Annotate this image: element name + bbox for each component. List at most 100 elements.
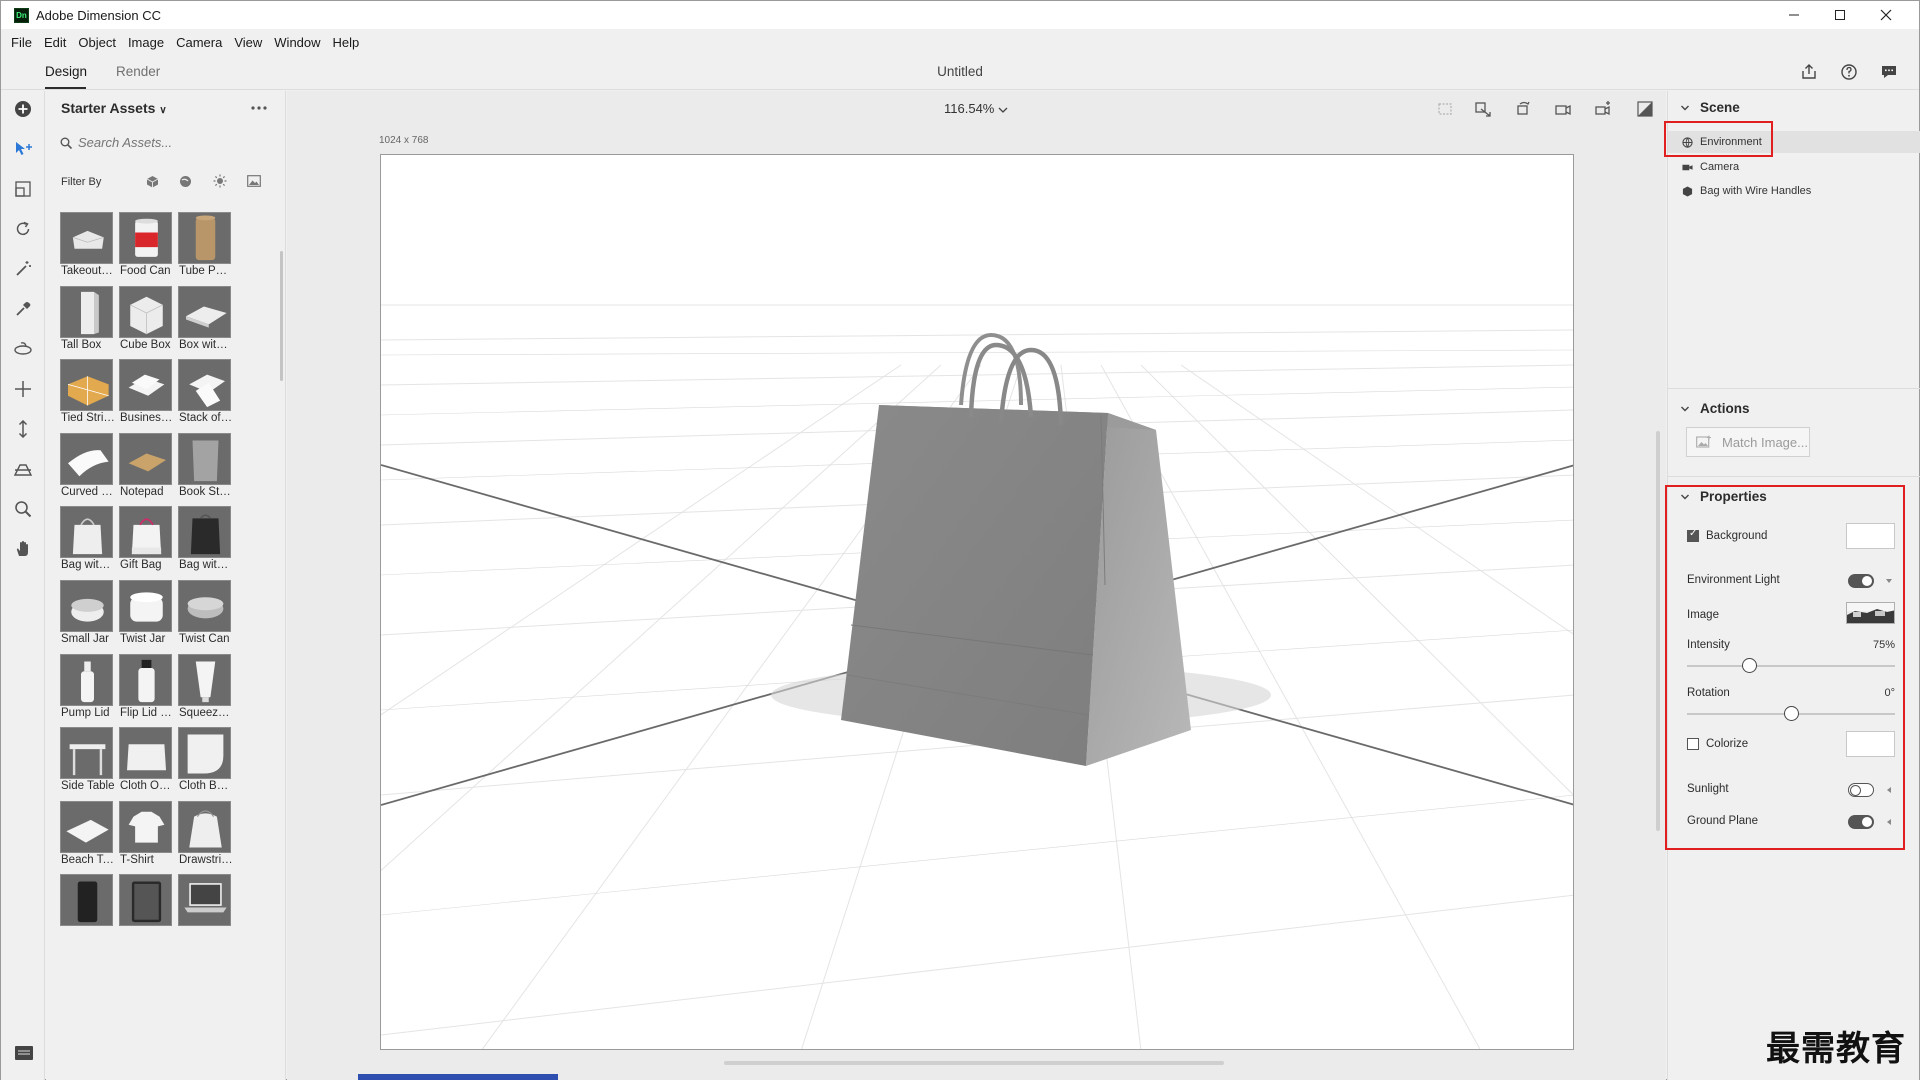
- twist-can-thumbnail: [178, 580, 231, 632]
- canvas[interactable]: [380, 154, 1574, 1050]
- rotate-camera-icon[interactable]: [1513, 99, 1533, 119]
- tab-render[interactable]: Render: [116, 54, 160, 90]
- camera-to-selection-icon[interactable]: [1473, 99, 1493, 119]
- side-table-thumbnail: [60, 727, 113, 780]
- close-icon[interactable]: [1863, 1, 1909, 29]
- notepad-thumbnail: [119, 432, 172, 485]
- active-tab-indicator: [45, 87, 86, 89]
- assets-panel: Starter Assets ∨ Filter By Takeout B... F…: [46, 91, 286, 1080]
- filter-materials-icon[interactable]: [177, 173, 193, 189]
- asset-label: Tall Box: [61, 338, 102, 351]
- asset-label: Curved Pl...: [61, 485, 115, 498]
- tall-box-thumbnail: [60, 285, 113, 338]
- asset-label: Gift Bag: [120, 559, 162, 572]
- maximize-icon[interactable]: [1817, 1, 1863, 29]
- sampler-tool-icon[interactable]: [11, 297, 35, 321]
- asset-label: Bag with ...: [179, 559, 233, 572]
- highlight-properties: [1665, 485, 1905, 850]
- hand-tool-icon[interactable]: [11, 537, 35, 561]
- asset-tile[interactable]: [178, 870, 231, 956]
- scene-section-header[interactable]: Scene: [1680, 100, 1740, 115]
- asset-label: Food Can: [120, 265, 171, 277]
- add-content-icon[interactable]: [11, 97, 35, 121]
- menu-image[interactable]: Image: [128, 35, 164, 50]
- feedback-icon[interactable]: [1879, 62, 1899, 82]
- watermark: 最需教育: [1766, 1029, 1906, 1069]
- asset-label: Book Stan...: [179, 485, 233, 498]
- tab-design[interactable]: Design: [45, 54, 87, 90]
- scene-item-label: Bag with Wire Handles: [1700, 185, 1812, 197]
- squeeze-tube-thumbnail: [178, 653, 231, 706]
- viewport-vertical-scrollbar[interactable]: [1656, 431, 1660, 831]
- panel-toggle-icon[interactable]: [13, 1043, 35, 1063]
- frame-selection-icon[interactable]: [1435, 99, 1455, 119]
- book-standing-thumbnail: [178, 432, 231, 485]
- assets-title[interactable]: Starter Assets ∨: [61, 100, 167, 116]
- asset-label: Twist Jar: [120, 633, 166, 645]
- app-window: Dn Adobe Dimension CC File Edit Object I…: [0, 0, 1920, 1080]
- select-tool-icon[interactable]: [11, 137, 35, 161]
- camera-icon: [1682, 164, 1693, 170]
- scene-item-bag-model[interactable]: Bag with Wire Handles: [1682, 182, 1811, 200]
- zoom-level[interactable]: 116.54%: [944, 101, 994, 116]
- menu-edit[interactable]: Edit: [44, 35, 66, 50]
- dolly-tool-icon[interactable]: [11, 417, 35, 441]
- menu-view[interactable]: View: [234, 35, 262, 50]
- pan-tool-icon[interactable]: [11, 377, 35, 401]
- asset-label: Cloth On ...: [120, 780, 174, 793]
- model-icon: [1682, 185, 1693, 197]
- menu-help[interactable]: Help: [333, 35, 360, 50]
- scene-title: Scene: [1700, 100, 1740, 115]
- asset-label: Tube Pack...: [179, 265, 233, 277]
- window-title: Adobe Dimension CC: [36, 7, 162, 23]
- help-icon[interactable]: [1839, 62, 1859, 82]
- asset-tile[interactable]: [60, 870, 113, 956]
- chevron-down-icon: [1681, 406, 1689, 411]
- menu-window[interactable]: Window: [274, 35, 320, 50]
- search-assets-input[interactable]: [78, 130, 258, 154]
- minimize-icon[interactable]: [1771, 1, 1817, 29]
- scale-tool-icon[interactable]: [11, 177, 35, 201]
- filter-lights-icon[interactable]: [212, 173, 228, 189]
- camera-add-icon[interactable]: [1593, 99, 1613, 119]
- asset-label: Tied Strin...: [61, 412, 115, 425]
- rotate-tool-icon[interactable]: [11, 217, 35, 241]
- asset-label: Flip Lid B...: [120, 706, 174, 719]
- orbit-tool-icon[interactable]: [11, 337, 35, 361]
- actions-section-header[interactable]: Actions: [1680, 401, 1750, 416]
- scene-item-camera[interactable]: Camera: [1682, 158, 1739, 176]
- filter-label: Filter By: [61, 176, 102, 188]
- food-can-thumbnail: [119, 212, 172, 264]
- highlight-environment: [1664, 121, 1773, 157]
- asset-tile[interactable]: [119, 870, 172, 956]
- more-options-icon[interactable]: [249, 101, 269, 115]
- search-icon: [60, 137, 72, 149]
- filter-models-icon[interactable]: [144, 173, 160, 189]
- curved-plane-thumbnail: [60, 432, 113, 485]
- taskbar-accent: [358, 1074, 558, 1080]
- share-icon[interactable]: [1799, 62, 1819, 82]
- camera-bookmark-icon[interactable]: [1553, 99, 1573, 119]
- assets-scrollbar[interactable]: [280, 251, 283, 381]
- asset-label: Beach To...: [61, 853, 115, 866]
- asset-label: Box with ...: [179, 338, 233, 351]
- box-with-lid-thumbnail: [178, 285, 231, 338]
- asset-grid: Takeout B... Food Can Tube Pack... Tall Box…: [60, 205, 276, 1080]
- horizon-tool-icon[interactable]: [11, 457, 35, 481]
- menu-camera[interactable]: Camera: [176, 35, 222, 50]
- render-preview-icon[interactable]: [1635, 99, 1655, 119]
- match-image-button[interactable]: Match Image...: [1686, 427, 1810, 457]
- zoom-tool-icon[interactable]: [11, 497, 35, 521]
- chevron-down-icon[interactable]: [997, 104, 1009, 116]
- asset-label: Small Jar: [61, 633, 109, 645]
- match-image-label: Match Image...: [1722, 434, 1808, 450]
- magic-wand-icon[interactable]: [11, 257, 35, 281]
- menu-file[interactable]: File: [11, 35, 32, 50]
- asset-label: Drawstrin...: [179, 853, 233, 866]
- asset-label: Squeeze T...: [179, 706, 233, 719]
- chevron-down-icon: ∨: [159, 105, 167, 116]
- filter-images-icon[interactable]: [246, 173, 262, 189]
- viewport-horizontal-scrollbar[interactable]: [724, 1061, 1224, 1065]
- right-panel: Scene Environment Camera Bag with Wire H…: [1664, 91, 1920, 1080]
- menu-object[interactable]: Object: [78, 35, 116, 50]
